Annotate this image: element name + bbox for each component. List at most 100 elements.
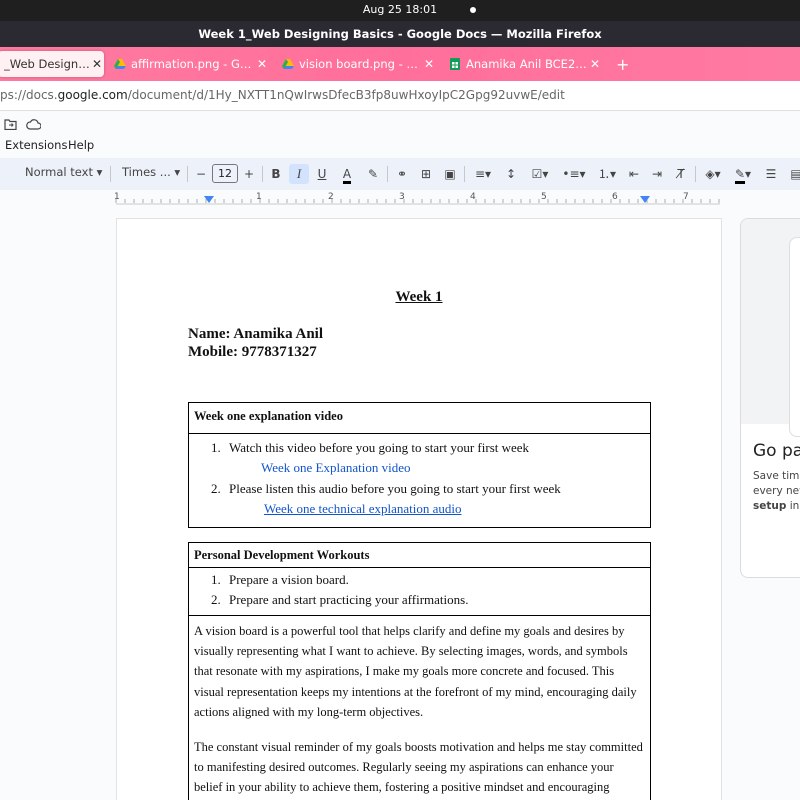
url-text[interactable]: ps://docs.google.com/document/d/1Hy_NXTT… — [0, 88, 565, 102]
tab-label: vision board.png - Google — [299, 57, 422, 71]
url-bar[interactable]: ps://docs.google.com/document/d/1Hy_NXTT… — [0, 81, 800, 111]
text-color-button[interactable]: A — [337, 164, 357, 184]
bold-button[interactable]: B — [266, 164, 286, 184]
list-number: 2. — [211, 481, 221, 496]
insert-image-button[interactable]: ▣ — [440, 164, 460, 184]
divider — [695, 166, 696, 182]
window-title: Week 1_Web Designing Basics - Google Doc… — [0, 21, 800, 47]
table-row: A vision board is a powerful tool that h… — [189, 616, 650, 800]
line-spacing-button[interactable]: ↕ — [501, 164, 521, 184]
divider — [262, 166, 263, 182]
name-line: Name: Anamika Anil — [188, 326, 324, 342]
tab-anamika-sheet[interactable]: Anamika Anil BCE210: Ma ✕ — [449, 51, 602, 77]
document-page[interactable]: Week 1 Name: Anamika Anil Mobile: 977837… — [116, 218, 722, 800]
border-width-icon: ☰ — [765, 167, 777, 181]
list-item-text: Prepare a vision board. — [229, 572, 349, 587]
video-link[interactable]: Week one Explanation video — [189, 458, 650, 478]
menu-help[interactable]: Help — [68, 138, 94, 152]
border-dash-button[interactable]: ▤ — [786, 164, 800, 184]
side-panel-rest: in th — [789, 500, 800, 512]
font-size-input[interactable]: 12 — [212, 164, 238, 183]
table-header: Week one explanation video — [189, 403, 650, 434]
table-row: 1. Prepare a vision board. 2. Prepare an… — [189, 568, 650, 616]
italic-button[interactable]: I — [289, 164, 309, 184]
ruler-number: 2 — [328, 192, 334, 202]
line-spacing-icon: ↕ — [505, 167, 517, 181]
drive-icon — [282, 59, 294, 69]
paragraph-style-dropdown[interactable]: Normal text ▾ — [25, 165, 102, 179]
system-top-bar: Aug 25 18:01 — [0, 0, 800, 21]
tab-label: _Web Designing B — [4, 57, 90, 71]
clear-formatting-icon: T̸ — [677, 167, 685, 181]
decrease-font-size-button[interactable]: − — [191, 164, 211, 184]
tab-label: affirmation.png - Google — [131, 57, 255, 71]
tab-strip: _Web Designing B ✕ affirmation.png - Goo… — [0, 47, 800, 81]
tab-vision-board[interactable]: vision board.png - Google ✕ — [282, 51, 436, 77]
numbered-list-icon: ⒈▾ — [597, 167, 617, 181]
chevron-down-icon: ▾ — [96, 165, 103, 179]
move-folder-icon[interactable] — [4, 119, 17, 133]
cloud-saved-icon[interactable] — [26, 119, 42, 133]
list-number: 1. — [211, 572, 221, 587]
ruler-number: 7 — [683, 192, 689, 202]
divider — [187, 166, 188, 182]
bullet-list-icon: •≡▾ — [562, 167, 586, 181]
align-left-icon: ≡▾ — [474, 167, 492, 181]
font-family-dropdown[interactable]: Times ... ▾ — [122, 165, 180, 179]
list-number: 2. — [211, 592, 221, 607]
fill-color-button[interactable]: ◈▾ — [701, 164, 725, 184]
list-item-text: Prepare and start practicing your affirm… — [229, 592, 469, 607]
url-prefix: ps://docs. — [0, 88, 58, 102]
tab-affirmation[interactable]: affirmation.png - Google ✕ — [114, 51, 269, 77]
system-clock[interactable]: Aug 25 18:01 — [0, 3, 800, 16]
close-tab-icon[interactable]: ✕ — [255, 57, 269, 71]
tab-label: Anamika Anil BCE210: Ma — [466, 57, 588, 71]
decrease-indent-button[interactable]: ⇤ — [624, 164, 644, 184]
increase-font-size-button[interactable]: + — [239, 164, 259, 184]
numbered-list-button[interactable]: ⒈▾ — [593, 164, 621, 184]
ruler-number: 4 — [470, 192, 476, 202]
underline-button[interactable]: U — [312, 164, 332, 184]
close-tab-icon[interactable]: ✕ — [90, 57, 104, 71]
outdent-icon: ⇤ — [628, 167, 640, 181]
insert-link-button[interactable]: ⚭ — [392, 164, 412, 184]
close-tab-icon[interactable]: ✕ — [588, 57, 602, 71]
ruler-number: 3 — [399, 192, 405, 202]
list-item-text: Watch this video before you going to sta… — [229, 440, 530, 455]
ruler-number: 1 — [256, 192, 262, 202]
formatting-toolbar: Normal text ▾ Times ... ▾ − 12 + B I U A… — [0, 158, 800, 190]
align-button[interactable]: ≡▾ — [470, 164, 496, 184]
audio-link[interactable]: Week one technical explanation audio — [189, 499, 650, 519]
checklist-button[interactable]: ☑▾ — [526, 164, 554, 184]
highlighter-icon: ✎ — [367, 167, 379, 181]
border-color-button[interactable]: ✎▾ — [730, 164, 756, 184]
table-header: Personal Development Workouts — [189, 543, 650, 568]
divider — [464, 166, 465, 182]
border-dash-icon: ▤ — [790, 167, 800, 181]
bulleted-list-button[interactable]: •≡▾ — [560, 164, 588, 184]
add-comment-button[interactable]: ⊞ — [416, 164, 436, 184]
tab-web-designing[interactable]: _Web Designing B ✕ — [0, 51, 104, 77]
menu-extensions[interactable]: Extensions — [5, 138, 67, 152]
personal-development-table: Personal Development Workouts 1. Prepare… — [188, 542, 651, 800]
close-tab-icon[interactable]: ✕ — [422, 57, 436, 71]
left-indent-marker-icon[interactable] — [204, 196, 214, 203]
side-panel-line: setup in th — [753, 500, 800, 512]
side-panel-heading: Go pag — [753, 441, 800, 461]
clear-formatting-button[interactable]: T̸ — [671, 164, 691, 184]
ruler-number: 5 — [541, 192, 547, 202]
list-number: 1. — [211, 440, 221, 455]
ruler-number: 6 — [612, 192, 618, 202]
increase-indent-button[interactable]: ⇥ — [647, 164, 667, 184]
mobile-line: Mobile: 9778371327 — [188, 344, 317, 360]
right-indent-marker-icon[interactable] — [640, 196, 650, 203]
highlight-color-button[interactable]: ✎ — [363, 164, 383, 184]
ruler-number: 1 — [114, 192, 120, 202]
ruler[interactable]: 1 1 2 3 4 5 6 7 — [0, 190, 800, 208]
side-panel-card[interactable]: Go pag Save time every new setup in th — [740, 218, 800, 578]
url-path: /document/d/1Hy_NXTT1nQwIrwsDfecB3fp8uwH… — [127, 88, 565, 102]
table-body: 1. Watch this video before you going to … — [189, 434, 650, 527]
list-item: 2. Please listen this audio before you g… — [189, 479, 650, 499]
new-tab-plus-icon[interactable]: + — [616, 55, 629, 74]
border-width-button[interactable]: ☰ — [761, 164, 781, 184]
